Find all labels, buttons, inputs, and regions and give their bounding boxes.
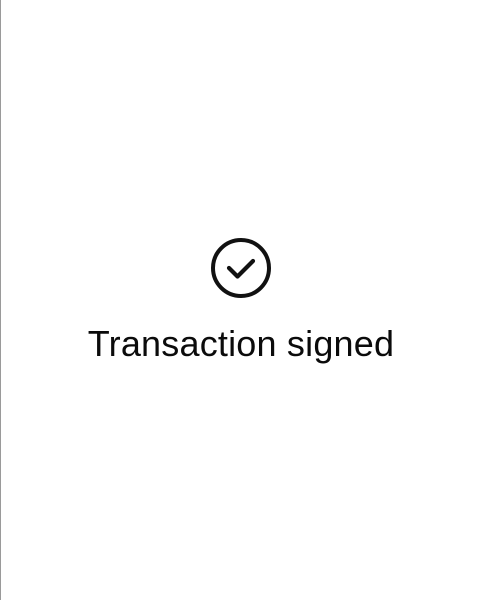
signing-window: Transaction signed — [0, 0, 480, 600]
status-title: Transaction signed — [87, 323, 395, 364]
check-circle-icon — [210, 237, 272, 299]
status-panel: Transaction signed — [1, 0, 480, 600]
